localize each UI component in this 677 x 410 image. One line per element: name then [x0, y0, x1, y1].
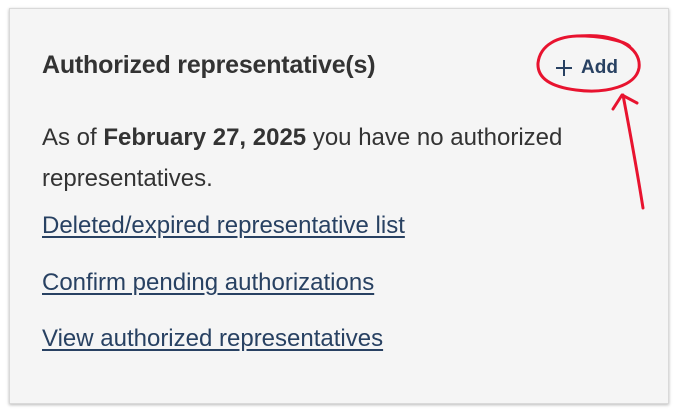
confirm-pending-authorizations-link[interactable]: Confirm pending authorizations: [42, 269, 374, 297]
status-prefix: As of: [42, 124, 104, 151]
deleted-expired-representative-list-link[interactable]: Deleted/expired representative list: [42, 212, 405, 240]
authorized-representatives-card: Authorized representative(s) Add As of F…: [9, 8, 669, 404]
add-button-label: Add: [581, 57, 618, 78]
status-date: February 27, 2025: [103, 124, 307, 151]
plus-icon: [556, 60, 572, 76]
card-title: Authorized representative(s): [42, 51, 376, 79]
view-authorized-representatives-link[interactable]: View authorized representatives: [42, 325, 383, 353]
status-message: As of February 27, 2025 you have no auth…: [42, 117, 652, 199]
add-representative-button[interactable]: Add: [556, 57, 618, 79]
